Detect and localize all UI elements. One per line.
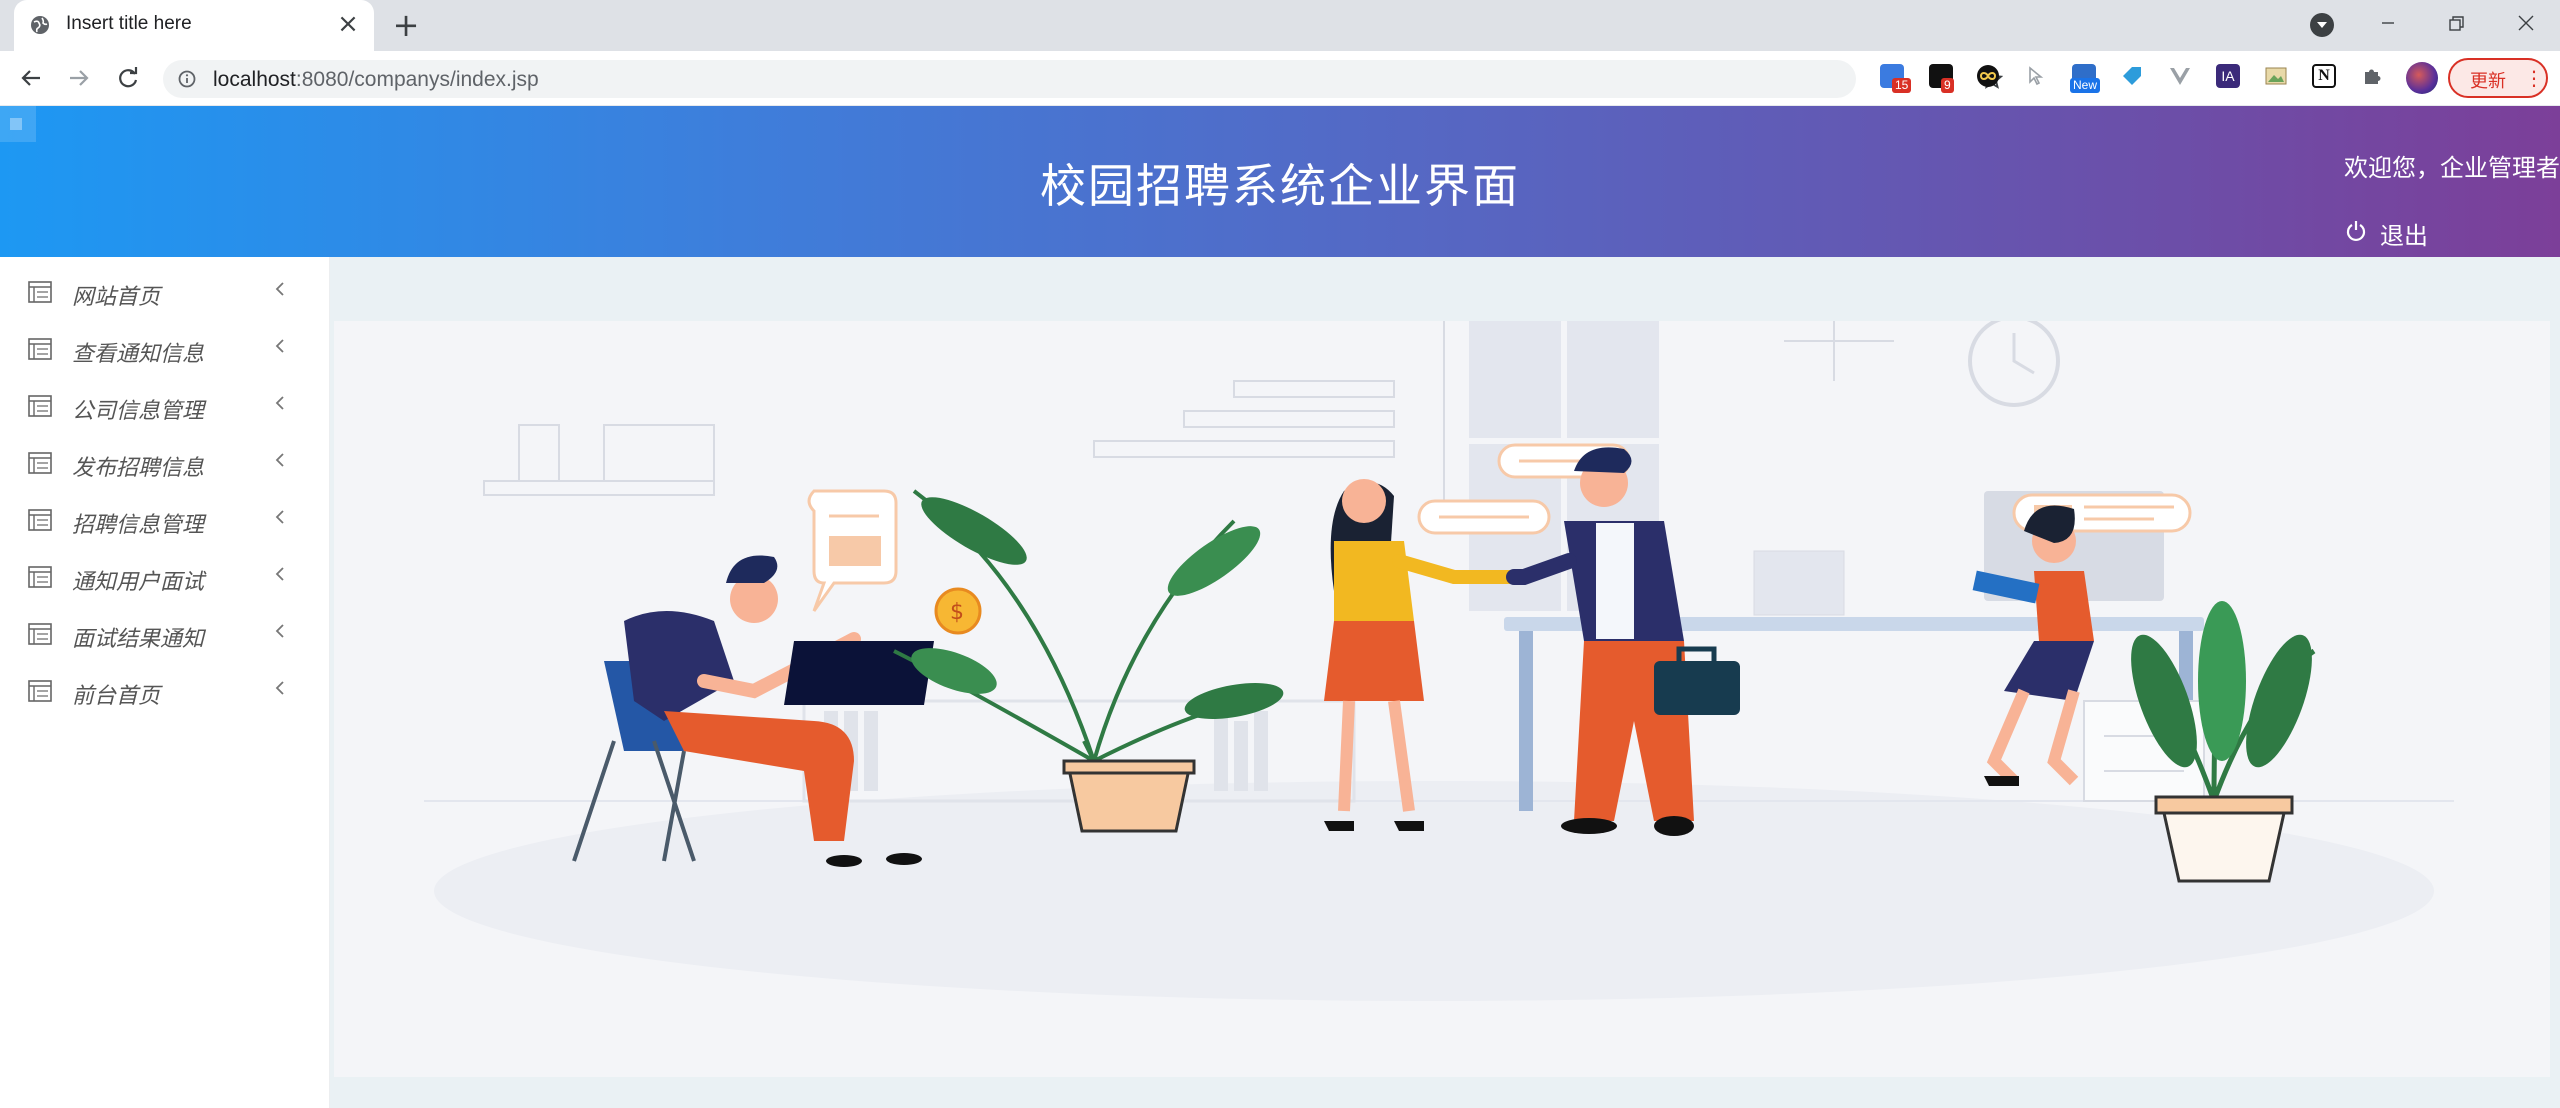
browser-tabstrip: Insert title here × + [0,0,2560,51]
url-text: localhost:8080/companys/index.jsp [213,68,539,92]
update-label: 更新 [2470,71,2506,92]
extensions-puzzle-icon[interactable] [2360,64,2384,88]
chevron-left-icon [275,624,284,638]
banner-illustration: $ [334,321,2550,1077]
chevron-left-icon [275,339,284,353]
infinity-extension-icon[interactable] [1976,64,2000,88]
close-window-icon[interactable] [2504,6,2548,42]
ia-extension-icon[interactable]: IA [2216,64,2240,88]
sidebar-item-company-info[interactable]: 公司信息管理 [0,381,330,437]
main-content: $ [330,257,2560,1108]
restore-icon[interactable] [2434,6,2478,42]
extension-badge: 9 [1941,78,1954,93]
forward-arrow-icon[interactable] [64,63,94,93]
cursor-extension-icon[interactable] [2024,64,2048,88]
sidebar-item-job-management[interactable]: 招聘信息管理 [0,495,330,551]
site-header: 校园招聘系统企业界面 欢迎您，企业管理者 退出 [0,106,2560,257]
image-extension-icon[interactable] [2264,64,2288,88]
update-button[interactable]: 更新 ⋮ [2448,58,2548,98]
profile-avatar[interactable] [2406,62,2438,94]
chevron-left-icon [275,453,284,467]
url-path: :8080/companys/index.jsp [295,68,539,91]
sidebar-item-interview-results[interactable]: 面试结果通知 [0,609,330,665]
sidebar-item-label: 通知用户面试 [72,570,205,595]
more-menu-icon: ⋮ [2524,66,2544,90]
tag-extension-icon[interactable] [2120,64,2144,88]
minimize-icon[interactable] [2366,6,2410,42]
sidebar-menu: 网站首页 查看通知信息 公司信息管理 发布招聘信息 招聘信息管理 通知用户面试 [0,257,330,1108]
power-icon [2346,221,2366,242]
table-icon [28,680,52,702]
table-icon [28,566,52,588]
site-info-icon[interactable] [178,70,196,88]
sidebar-item-label: 招聘信息管理 [72,513,205,538]
chevron-left-icon [275,396,284,410]
sidebar-item-home[interactable]: 网站首页 [0,267,330,323]
sidebar-item-label: 发布招聘信息 [72,456,205,481]
tab-search-icon[interactable] [2310,13,2334,37]
menu-toggle-icon[interactable] [0,106,36,142]
welcome-text: 欢迎您，企业管理者 [2344,154,2560,182]
logout-label: 退出 [2380,222,2428,250]
sidebar-item-label: 前台首页 [72,684,161,709]
chevron-left-icon [275,510,284,524]
sidebar-item-frontend-home[interactable]: 前台首页 [0,666,330,722]
office-handshake-illustration: $ [424,321,2454,1001]
svg-text:$: $ [950,600,964,625]
sidebar-item-view-notices[interactable]: 查看通知信息 [0,324,330,380]
chevron-left-icon [275,567,284,581]
browser-tab[interactable]: Insert title here × [14,0,374,51]
address-bar[interactable]: localhost:8080/companys/index.jsp [163,60,2003,98]
chevron-left-icon [275,282,284,296]
sidebar-item-notify-interview[interactable]: 通知用户面试 [0,552,330,608]
sidebar-item-post-job[interactable]: 发布招聘信息 [0,438,330,494]
reload-icon[interactable] [113,63,143,93]
back-arrow-icon[interactable] [16,63,46,93]
vue-extension-icon[interactable] [2168,64,2192,88]
extension-badge: New [2070,78,2101,93]
sidebar-item-label: 面试结果通知 [72,627,205,652]
globe-icon [31,16,49,34]
extension-badge: 15 [1892,78,1912,93]
table-icon [28,338,52,360]
web-page: 校园招聘系统企业界面 欢迎您，企业管理者 退出 网站首页 查看通知信息 公司信息… [0,106,2560,1108]
table-icon [28,395,52,417]
sidebar-item-label: 公司信息管理 [72,399,205,424]
table-icon [28,281,52,303]
table-icon [28,623,52,645]
chevron-left-icon [275,681,284,695]
new-tab-icon[interactable]: + [392,9,420,41]
url-host: localhost [213,68,296,91]
sidebar-item-label: 查看通知信息 [72,342,205,367]
puzzle-grid-extension-icon[interactable]: 15 [1880,64,1912,93]
table-icon [28,452,52,474]
tab-title: Insert title here [66,13,192,34]
notion-extension-icon[interactable]: N [2312,64,2336,88]
sidebar-item-label: 网站首页 [72,285,161,310]
site-title: 校园招聘系统企业界面 [1040,159,1520,213]
close-tab-icon[interactable]: × [336,11,360,37]
screenshot-extension-icon[interactable]: New [2070,64,2101,93]
camera-extension-icon[interactable]: 9 [1929,64,1954,93]
table-icon [28,509,52,531]
